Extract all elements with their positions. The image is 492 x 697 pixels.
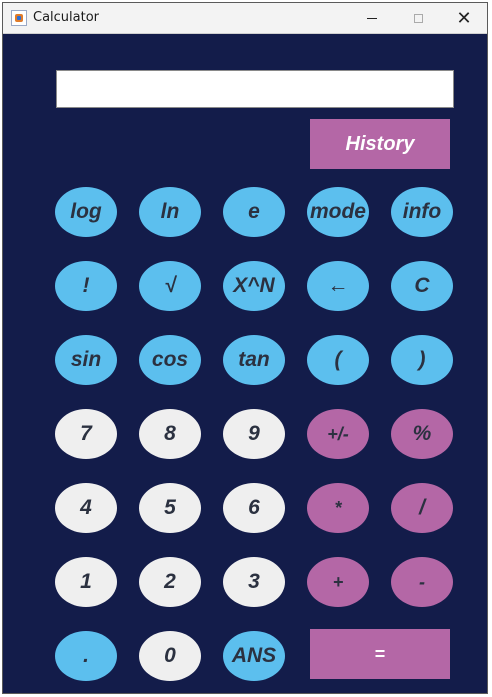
- digit-2-button[interactable]: 2: [139, 557, 201, 607]
- power-button[interactable]: X^N: [223, 261, 285, 311]
- sin-button[interactable]: sin: [55, 335, 117, 385]
- backspace-button[interactable]: ←: [307, 261, 369, 311]
- window-title: Calculator: [33, 10, 100, 25]
- ln-button[interactable]: ln: [139, 187, 201, 237]
- java-app-icon: [11, 10, 27, 26]
- digit-9-button[interactable]: 9: [223, 409, 285, 459]
- tan-button[interactable]: tan: [223, 335, 285, 385]
- digit-6-button[interactable]: 6: [223, 483, 285, 533]
- digit-5-button[interactable]: 5: [139, 483, 201, 533]
- calculator-window: Calculator ✕ History log ln e mode info …: [2, 2, 488, 694]
- left-paren-button[interactable]: (: [307, 335, 369, 385]
- title-bar[interactable]: Calculator ✕: [3, 3, 487, 34]
- maximize-icon: [413, 13, 423, 23]
- minus-button[interactable]: -: [391, 557, 453, 607]
- close-icon: ✕: [456, 7, 472, 29]
- minimize-icon: [367, 17, 377, 19]
- mode-button[interactable]: mode: [307, 187, 369, 237]
- digit-7-button[interactable]: 7: [55, 409, 117, 459]
- info-button[interactable]: info: [391, 187, 453, 237]
- digit-4-button[interactable]: 4: [55, 483, 117, 533]
- ans-button[interactable]: ANS: [223, 631, 285, 681]
- percent-button[interactable]: %: [391, 409, 453, 459]
- divide-button[interactable]: /: [391, 483, 453, 533]
- close-button[interactable]: ✕: [441, 3, 487, 33]
- digit-0-button[interactable]: 0: [139, 631, 201, 681]
- maximize-button[interactable]: [395, 3, 441, 33]
- factorial-button[interactable]: !: [55, 261, 117, 311]
- log-button[interactable]: log: [55, 187, 117, 237]
- minimize-button[interactable]: [349, 3, 395, 33]
- equals-button[interactable]: =: [310, 629, 450, 679]
- clear-button[interactable]: C: [391, 261, 453, 311]
- multiply-button[interactable]: *: [307, 483, 369, 533]
- sqrt-button[interactable]: √: [139, 261, 201, 311]
- digit-8-button[interactable]: 8: [139, 409, 201, 459]
- right-paren-button[interactable]: ): [391, 335, 453, 385]
- digit-1-button[interactable]: 1: [55, 557, 117, 607]
- decimal-point-button[interactable]: .: [55, 631, 117, 681]
- display-field[interactable]: [56, 70, 454, 108]
- digit-3-button[interactable]: 3: [223, 557, 285, 607]
- negate-button[interactable]: +/-: [307, 409, 369, 459]
- plus-button[interactable]: +: [307, 557, 369, 607]
- history-button[interactable]: History: [310, 119, 450, 169]
- e-button[interactable]: e: [223, 187, 285, 237]
- cos-button[interactable]: cos: [139, 335, 201, 385]
